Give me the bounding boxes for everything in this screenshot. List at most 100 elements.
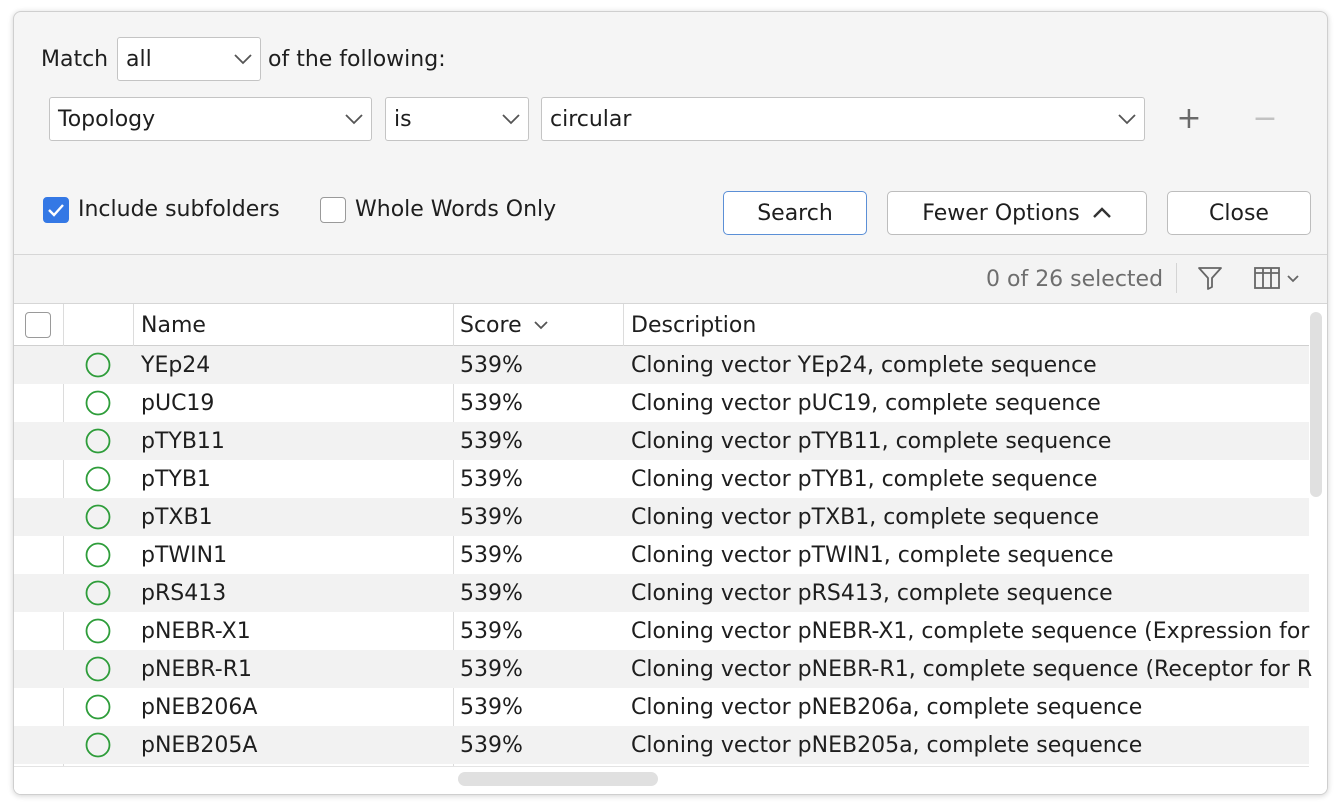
close-button[interactable]: Close [1167,191,1311,235]
circular-sequence-icon [84,346,112,384]
row-name: pUC19 [141,390,215,416]
row-name: pTYB11 [141,428,225,454]
column-header-score-label: Score [460,312,522,338]
row-score: 539% [460,428,523,454]
operator-select[interactable]: is [385,97,529,141]
circular-sequence-icon [84,688,112,726]
row-score: 539% [460,580,523,606]
match-select[interactable]: all [117,37,261,81]
field-select[interactable]: Topology [49,97,372,141]
row-description: Cloning vector pNEBR-X1, complete sequen… [631,618,1310,644]
row-score: 539% [460,504,523,530]
column-divider [623,304,624,346]
table-row[interactable]: pTWIN1 539% Cloning vector pTWIN1, complet… [14,536,1309,574]
table-row[interactable]: pRS413 539% Cloning vector pRS413, complet… [14,574,1309,612]
chevron-down-icon [337,98,371,140]
column-header-score[interactable]: Score [460,304,548,346]
horizontal-scrollbar-track [14,766,1309,794]
toolbar-divider [1176,263,1177,293]
row-description: Cloning vector pTWIN1, complete sequence [631,542,1114,568]
fewer-options-label: Fewer Options [922,200,1080,226]
field-select-value: Topology [58,106,156,132]
row-score: 539% [460,732,523,758]
results-panel: 0 of 26 selected Name Score Description … [14,254,1327,794]
row-description: Cloning vector pNEBR-R1, complete sequen… [631,656,1313,682]
match-label: Match [41,47,109,72]
row-name: pTXB1 [141,504,213,530]
table-row[interactable]: pTXB1 539% Cloning vector pTXB1, complete … [14,498,1309,536]
columns-icon[interactable] [1252,265,1306,293]
row-description: Cloning vector pNEB206a, complete sequen… [631,694,1143,720]
checkmark-icon [48,204,64,217]
value-select-value: circular [550,106,632,132]
table-body: YEp24 539% Cloning vector YEp24, complete … [14,346,1313,764]
row-description: Cloning vector pNEB205a, complete sequen… [631,732,1143,758]
circular-sequence-icon [84,574,112,612]
table-row[interactable]: pUC19 539% Cloning vector pUC19, complete … [14,384,1309,422]
row-score: 539% [460,694,523,720]
results-table: Name Score Description YEp24 539% Cloning … [14,303,1327,794]
circular-sequence-icon [84,726,112,764]
circular-sequence-icon [84,384,112,422]
column-divider [133,304,134,346]
row-description: Cloning vector pTYB11, complete sequence [631,428,1112,454]
circular-sequence-icon [84,498,112,536]
chevron-down-icon [226,38,260,80]
row-score: 539% [460,352,523,378]
row-description: Cloning vector pTXB1, complete sequence [631,504,1099,530]
circular-sequence-icon [84,460,112,498]
horizontal-scrollbar-thumb[interactable] [458,772,658,786]
circular-sequence-icon [84,612,112,650]
operator-select-value: is [394,106,412,132]
row-name: pNEB205A [141,732,258,758]
add-criterion-button[interactable]: + [1172,104,1206,134]
search-button[interactable]: Search [723,191,867,235]
table-header: Name Score Description [14,304,1309,346]
table-row[interactable]: pNEBR-R1 539% Cloning vector pNEBR-R1, com… [14,650,1313,688]
close-button-label: Close [1209,200,1269,226]
chevron-down-icon [533,320,548,329]
row-name: pNEB206A [141,694,258,720]
filter-icon[interactable] [1196,265,1226,293]
chevron-up-icon [1092,207,1111,218]
vertical-scrollbar-thumb[interactable] [1310,312,1322,497]
row-score: 539% [460,390,523,416]
row-name: YEp24 [141,352,211,378]
selection-status: 0 of 26 selected [986,267,1164,292]
row-description: Cloning vector pTYB1, complete sequence [631,466,1098,492]
circular-sequence-icon [84,422,112,460]
table-row[interactable]: pNEB205A 539% Cloning vector pNEB205a, com… [14,726,1309,764]
row-score: 539% [460,466,523,492]
select-all-checkbox[interactable] [25,312,51,338]
row-description: Cloning vector YEp24, complete sequence [631,352,1097,378]
column-header-description[interactable]: Description [631,304,756,346]
remove-criterion-button[interactable]: − [1248,104,1282,134]
row-name: pRS413 [141,580,227,606]
table-row[interactable]: pTYB11 539% Cloning vector pTYB11, complet… [14,422,1309,460]
row-score: 539% [460,656,523,682]
match-suffix-label: of the following: [268,47,446,72]
circular-sequence-icon [84,650,112,688]
search-dialog: Match all of the following: Topology is … [13,11,1328,795]
row-name: pNEBR-R1 [141,656,253,682]
row-description: Cloning vector pRS413, complete sequence [631,580,1113,606]
row-name: pNEBR-X1 [141,618,251,644]
table-row[interactable]: pNEBR-X1 539% Cloning vector pNEBR-X1, com… [14,612,1309,650]
fewer-options-button[interactable]: Fewer Options [887,191,1147,235]
value-select[interactable]: circular [541,97,1145,141]
row-score: 539% [460,542,523,568]
chevron-down-icon [494,98,528,140]
table-row[interactable]: YEp24 539% Cloning vector YEp24, complete … [14,346,1309,384]
include-subfolders-label: Include subfolders [78,197,280,222]
row-name: pTWIN1 [141,542,228,568]
match-select-value: all [126,46,152,72]
table-row[interactable]: pNEB206A 539% Cloning vector pNEB206a, com… [14,688,1309,726]
row-score: 539% [460,618,523,644]
chevron-down-icon [1110,98,1144,140]
include-subfolders-checkbox[interactable] [43,197,69,223]
table-row[interactable]: pTYB1 539% Cloning vector pTYB1, complete … [14,460,1309,498]
row-description: Cloning vector pUC19, complete sequence [631,390,1101,416]
whole-words-label: Whole Words Only [355,197,557,222]
whole-words-checkbox[interactable] [320,197,346,223]
column-header-name[interactable]: Name [141,304,206,346]
